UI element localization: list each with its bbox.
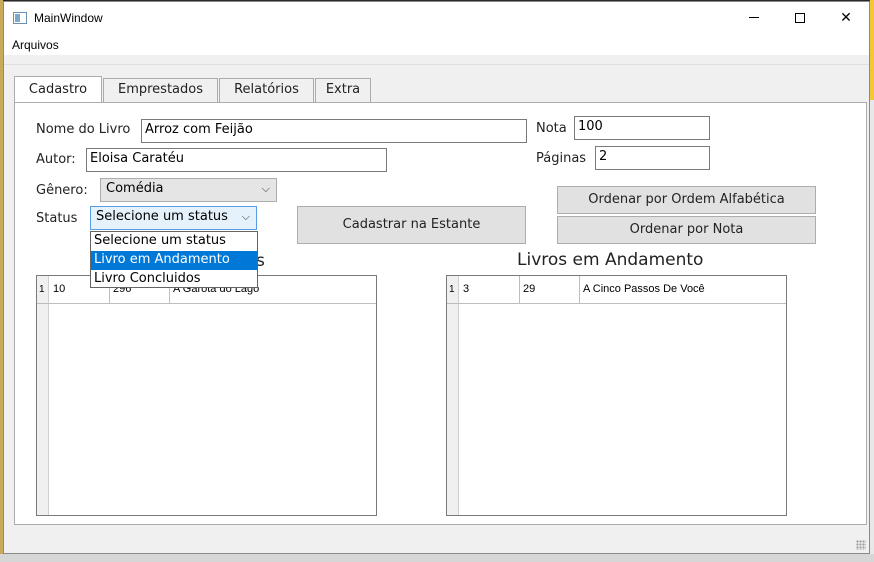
author-input[interactable]: Eloisa Caratéu bbox=[86, 148, 387, 172]
table-row[interactable]: 1 3 29 A Cinco Passos De Você bbox=[447, 276, 786, 304]
chevron-down-icon: ⌵ bbox=[261, 182, 270, 195]
menu-bar: Arquivos bbox=[4, 33, 869, 55]
dropdown-option[interactable]: Selecione um status bbox=[91, 232, 257, 251]
genre-selected-value: Comédia bbox=[106, 181, 164, 196]
genre-label: Gênero: bbox=[36, 183, 88, 198]
main-window: MainWindow ✕ Arquivos Cadastro Emprestad… bbox=[3, 1, 870, 554]
status-select[interactable]: Selecione um status ⌵ bbox=[90, 206, 257, 230]
row-number: 1 bbox=[449, 284, 455, 295]
author-label: Autor: bbox=[36, 152, 76, 167]
row-header-column bbox=[447, 276, 459, 515]
status-label: Status bbox=[36, 211, 78, 226]
maximize-button[interactable] bbox=[777, 2, 823, 33]
dropdown-option-highlighted[interactable]: Livro em Andamento bbox=[91, 251, 257, 270]
nota-label: Nota bbox=[536, 121, 567, 136]
title-bar[interactable]: MainWindow ✕ bbox=[4, 2, 869, 33]
table-cell[interactable]: 3 bbox=[460, 276, 520, 304]
app-window-icon bbox=[13, 12, 27, 24]
table-cell[interactable]: 29 bbox=[520, 276, 580, 304]
maximize-icon bbox=[795, 12, 805, 23]
background-bottom-edge bbox=[0, 554, 874, 562]
status-dropdown-list: Selecione um status Livro em Andamento L… bbox=[90, 231, 258, 288]
book-name-input[interactable]: Arroz com Feijão bbox=[141, 119, 527, 143]
right-data-grid[interactable]: 1 3 29 A Cinco Passos De Você bbox=[446, 275, 787, 516]
row-number: 1 bbox=[39, 284, 45, 295]
menu-separator bbox=[4, 55, 869, 65]
window-title: MainWindow bbox=[34, 11, 103, 25]
tab-emprestados[interactable]: Emprestados bbox=[103, 78, 218, 102]
tab-cadastro[interactable]: Cadastro bbox=[14, 76, 102, 102]
register-button[interactable]: Cadastrar na Estante bbox=[297, 206, 526, 244]
right-grid-heading: Livros em Andamento bbox=[517, 250, 704, 270]
menu-arquivos[interactable]: Arquivos bbox=[12, 38, 59, 52]
dropdown-option[interactable]: Livro Concluidos bbox=[91, 270, 257, 289]
close-icon: ✕ bbox=[840, 9, 852, 26]
pages-label: Páginas bbox=[536, 151, 587, 166]
chevron-down-icon: ⌵ bbox=[241, 210, 250, 223]
sort-alpha-button[interactable]: Ordenar por Ordem Alfabética bbox=[557, 186, 816, 214]
book-name-label: Nome do Livro bbox=[36, 122, 131, 137]
background-yellow-band bbox=[870, 0, 874, 100]
left-data-grid[interactable]: 1 10 296 A Garota do Lago bbox=[36, 275, 377, 516]
minimize-icon bbox=[749, 17, 759, 18]
tab-relatorios[interactable]: Relatórios bbox=[219, 78, 314, 102]
pages-input[interactable]: 2 bbox=[595, 146, 710, 170]
sort-grade-button[interactable]: Ordenar por Nota bbox=[557, 216, 816, 244]
genre-select[interactable]: Comédia ⌵ bbox=[100, 178, 277, 202]
table-cell[interactable]: A Cinco Passos De Você bbox=[580, 276, 786, 304]
resize-grip[interactable] bbox=[856, 540, 866, 550]
nota-input[interactable]: 100 bbox=[574, 116, 710, 140]
tab-extra[interactable]: Extra bbox=[315, 78, 371, 102]
close-button[interactable]: ✕ bbox=[823, 2, 869, 33]
row-header-column bbox=[37, 276, 49, 515]
minimize-button[interactable] bbox=[731, 2, 777, 33]
status-selected-value: Selecione um status bbox=[96, 209, 228, 224]
